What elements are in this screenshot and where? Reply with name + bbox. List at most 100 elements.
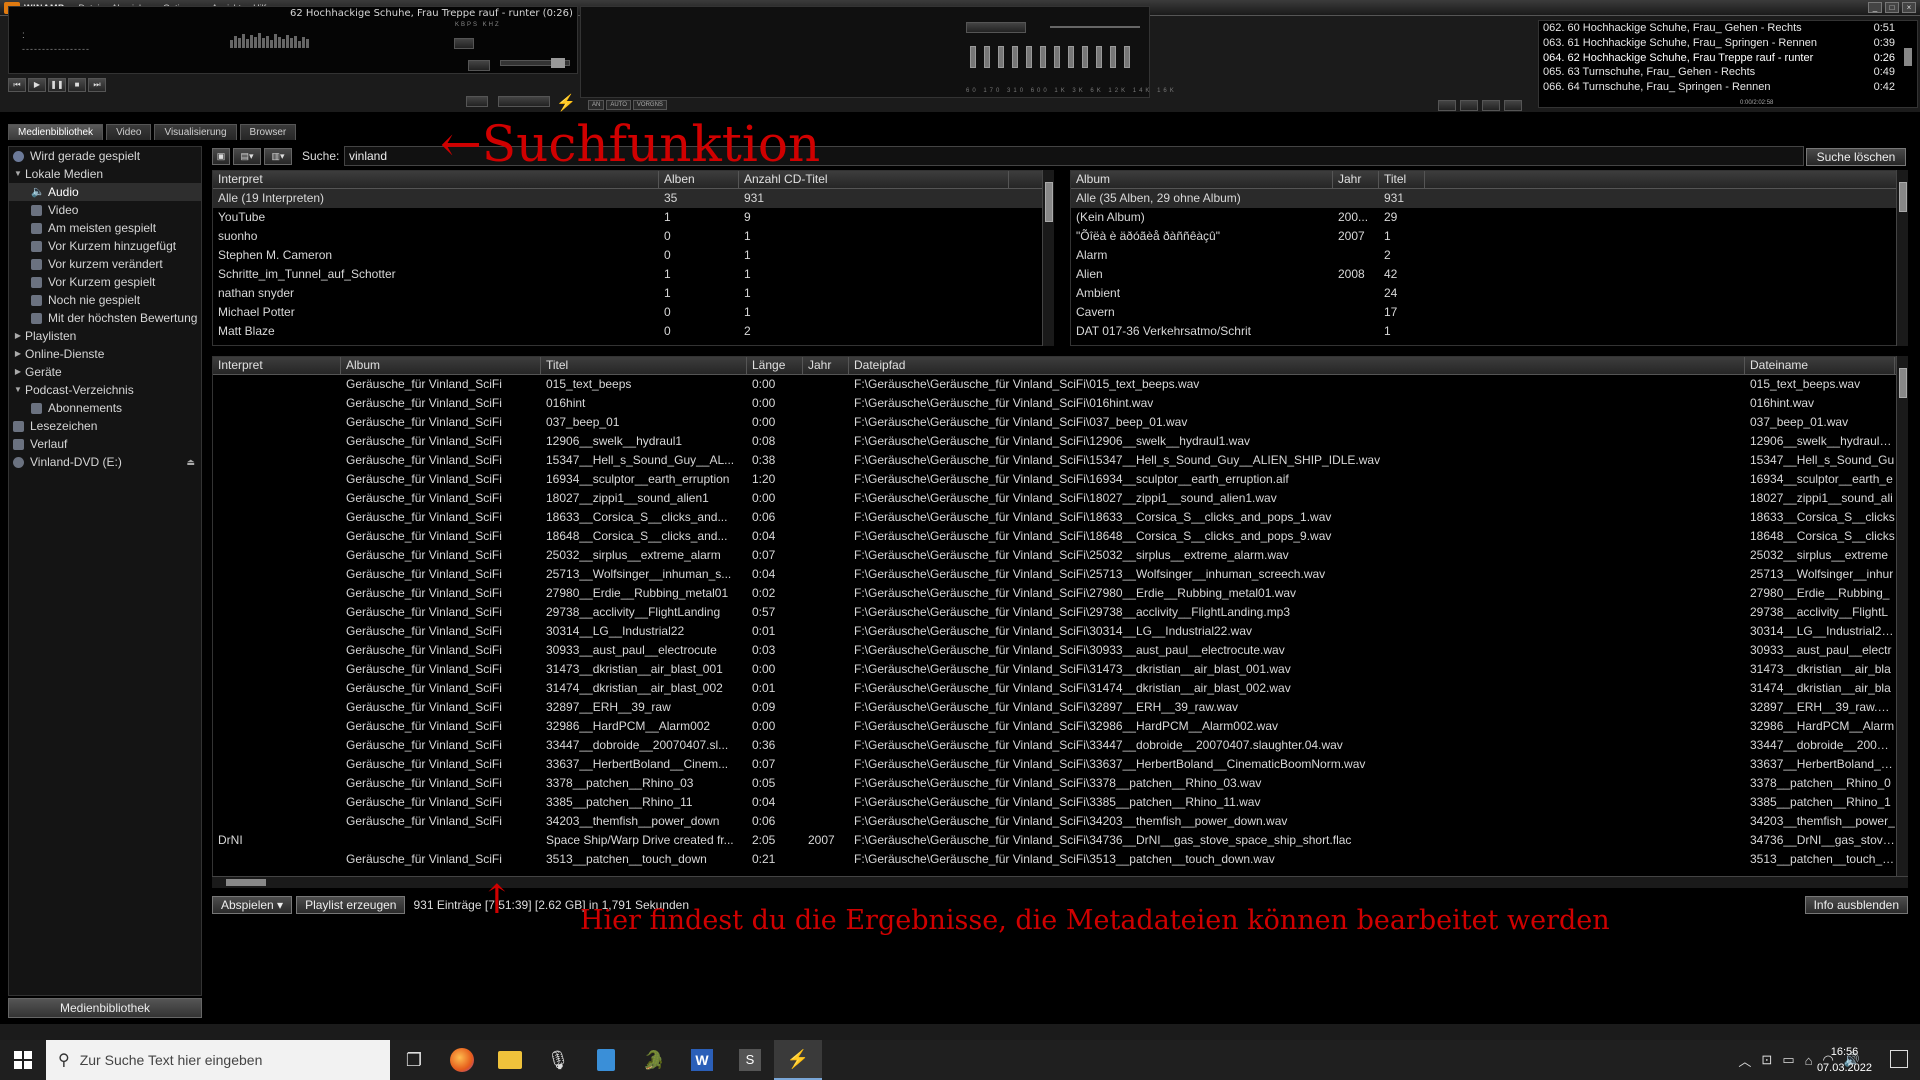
clock[interactable]: 16:56 07.03.2022 (1817, 1044, 1872, 1076)
app-icon[interactable]: S (726, 1040, 774, 1080)
device-icon[interactable]: ⊡ (1761, 1052, 1772, 1068)
track-row[interactable]: Geräusche_für Vinland_SciFi 33447__dobroi… (213, 736, 1907, 755)
winamp-icon[interactable]: ⚡ (774, 1040, 822, 1080)
chevron-right-icon[interactable]: ▶ (13, 345, 23, 363)
eq-nav-button[interactable] (1460, 100, 1478, 111)
battery-icon[interactable]: ▭ (1782, 1052, 1794, 1068)
volume-slider[interactable] (500, 58, 570, 68)
column-header-jahr[interactable]: Jahr (1333, 171, 1379, 188)
album-row[interactable]: Alarm 2 (1071, 246, 1907, 265)
shuffle-repeat-buttons[interactable] (498, 96, 550, 107)
sidebar-item-playlists[interactable]: ▶ Playlisten (9, 327, 201, 345)
column-header-album[interactable]: Album (341, 357, 541, 374)
lightning-icon[interactable]: ⚡ (556, 93, 576, 113)
column-header-titel[interactable]: Titel (1379, 171, 1425, 188)
tab-video[interactable]: Video (106, 124, 152, 140)
stop-icon[interactable]: ■ (68, 78, 86, 92)
clear-search-button[interactable]: Suche löschen (1806, 148, 1906, 166)
balance-slider[interactable] (468, 60, 490, 71)
eq-presets-button[interactable]: VORGNS (632, 100, 667, 110)
track-row[interactable]: Geräusche_für Vinland_SciFi 34203__themfi… (213, 812, 1907, 831)
pause-icon[interactable]: ❚❚ (48, 78, 66, 92)
word-icon[interactable]: W (678, 1040, 726, 1080)
column-header-cd-titel[interactable]: Anzahl CD-Titel (739, 171, 1009, 188)
eject-icon[interactable] (466, 96, 488, 107)
column-header-dateipfad[interactable]: Dateipfad (849, 357, 1745, 374)
sidebar-item-most-played[interactable]: Am meisten gespielt (9, 219, 201, 237)
eq-on-button[interactable]: AN (588, 100, 605, 110)
playlist-item[interactable]: 063. 61 Hochhackige Schuhe, Frau_ Spring… (1539, 36, 1917, 51)
column-header-album[interactable]: Album (1071, 171, 1333, 188)
tab-visualisierung[interactable]: Visualisierung (154, 124, 237, 140)
sidebar-item-devices[interactable]: ▶ Geräte (9, 363, 201, 381)
column-header-titel[interactable]: Titel (541, 357, 747, 374)
album-row[interactable]: Ambient 24 (1071, 284, 1907, 303)
album-row[interactable]: "Õîëà è äðóãèå ðàññêàçû" 2007 1 (1071, 227, 1907, 246)
artist-row[interactable]: Schritte_im_Tunnel_auf_Schotter 1 1 (213, 265, 1053, 284)
sidebar-item-bookmarks[interactable]: Lesezeichen (9, 417, 201, 435)
sidebar-item-now-playing[interactable]: Wird gerade gespielt (9, 147, 201, 165)
column-header-dateiname[interactable]: Dateiname (1745, 357, 1895, 374)
track-row[interactable]: Geräusche_für Vinland_SciFi 016hint 0:00 F:… (213, 394, 1907, 413)
tracks-scrollbar[interactable] (1896, 356, 1908, 876)
artist-row[interactable]: Stephen M. Cameron 0 1 (213, 246, 1053, 265)
file-explorer-icon[interactable] (486, 1040, 534, 1080)
usb-icon[interactable]: ⌂ (1805, 1053, 1813, 1068)
column-header-interpret[interactable]: Interpret (213, 357, 341, 374)
library-button[interactable]: Medienbibliothek (8, 998, 202, 1018)
tracks-horizontal-scrollbar[interactable] (212, 876, 1908, 888)
artist-row[interactable]: Michael Potter 0 1 (213, 303, 1053, 322)
artist-row[interactable]: YouTube 1 9 (213, 208, 1053, 227)
track-row[interactable]: Geräusche_für Vinland_SciFi 15347__Hell_s… (213, 451, 1907, 470)
track-row[interactable]: Geräusche_für Vinland_SciFi 015_text_beep… (213, 375, 1907, 394)
album-row[interactable]: Alien 2008 42 (1071, 265, 1907, 284)
tab-medienbibliothek[interactable]: Medienbibliothek (8, 124, 104, 140)
view-options-icon[interactable]: ▤▾ (233, 148, 261, 165)
close-icon[interactable]: × (1902, 2, 1916, 13)
track-row[interactable]: Geräusche_für Vinland_SciFi 32986__HardPC… (213, 717, 1907, 736)
chevron-down-icon[interactable]: ▼ (13, 165, 23, 183)
chevron-down-icon[interactable]: ▼ (13, 381, 23, 399)
artist-row[interactable]: suonho 0 1 (213, 227, 1053, 246)
track-row[interactable]: Geräusche_für Vinland_SciFi 18648__Corsic… (213, 527, 1907, 546)
track-row[interactable]: Geräusche_für Vinland_SciFi 18633__Corsic… (213, 508, 1907, 527)
start-button[interactable] (0, 1040, 46, 1080)
play-icon[interactable]: ▶ (28, 78, 46, 92)
column-header-laenge[interactable]: Länge (747, 357, 803, 374)
album-row[interactable]: Cavern 17 (1071, 303, 1907, 322)
sidebar-item-never-played[interactable]: Noch nie gespielt (9, 291, 201, 309)
track-row[interactable]: Geräusche_für Vinland_SciFi 30933__aust_p… (213, 641, 1907, 660)
eq-nav-button[interactable] (1504, 100, 1522, 111)
microphone-icon[interactable]: 🎙 (534, 1040, 582, 1080)
playlist-item[interactable]: 065. 63 Turnschuhe, Frau_ Gehen - Rechts… (1539, 65, 1917, 80)
playlist-scrollbar[interactable] (1904, 48, 1912, 66)
track-row[interactable]: Geräusche_für Vinland_SciFi 27980__Erdie_… (213, 584, 1907, 603)
track-row[interactable]: Geräusche_für Vinland_SciFi 3385__patchen… (213, 793, 1907, 812)
track-row[interactable]: Geräusche_für Vinland_SciFi 3378__patchen… (213, 774, 1907, 793)
track-row[interactable]: Geräusche_für Vinland_SciFi 32897__ERH__3… (213, 698, 1907, 717)
chevron-right-icon[interactable]: ▶ (13, 363, 23, 381)
album-row[interactable]: Alle (35 Alben, 29 ohne Album) 931 (1071, 189, 1907, 208)
chevron-right-icon[interactable]: ▶ (13, 327, 23, 345)
sidebar-item-video[interactable]: Video (9, 201, 201, 219)
eq-nav-button[interactable] (1482, 100, 1500, 111)
sidebar-item-audio[interactable]: 🔈 Audio (9, 183, 201, 201)
eq-nav-button[interactable] (1438, 100, 1456, 111)
track-row[interactable]: Geräusche_für Vinland_SciFi 3513__patchen… (213, 850, 1907, 869)
sidebar-item-local-media[interactable]: ▼ Lokale Medien (9, 165, 201, 183)
column-header-jahr[interactable]: Jahr (803, 357, 849, 374)
columns-options-icon[interactable]: ▥▾ (264, 148, 292, 165)
sidebar-item-recently-played[interactable]: Vor Kurzem gespielt (9, 273, 201, 291)
track-row[interactable]: DrNI Space Ship/Warp Drive created fr... 2… (213, 831, 1907, 850)
playlist-item[interactable]: 062. 60 Hochhackige Schuhe, Frau_ Gehen … (1539, 21, 1917, 36)
album-row[interactable]: DAT 017-36 Verkehrsatmo/Schrit 1 (1071, 322, 1907, 341)
sidebar-item-subscriptions[interactable]: Abonnements (9, 399, 201, 417)
track-row[interactable]: Geräusche_für Vinland_SciFi 25713__Wolfsi… (213, 565, 1907, 584)
next-icon[interactable]: ⏭ (88, 78, 106, 92)
sidebar-item-recently-modified[interactable]: Vor kurzem verändert (9, 255, 201, 273)
column-header-alben[interactable]: Alben (659, 171, 739, 188)
playlist-item-current[interactable]: 064. 62 Hochhackige Schuhe, Frau Treppe … (1539, 51, 1917, 66)
sidebar-item-dvd[interactable]: Vinland-DVD (E:) ⏏ (9, 453, 201, 471)
chevron-up-icon[interactable]: ︿ (1738, 1051, 1751, 1070)
track-row[interactable]: Geräusche_für Vinland_SciFi 30314__LG__In… (213, 622, 1907, 641)
